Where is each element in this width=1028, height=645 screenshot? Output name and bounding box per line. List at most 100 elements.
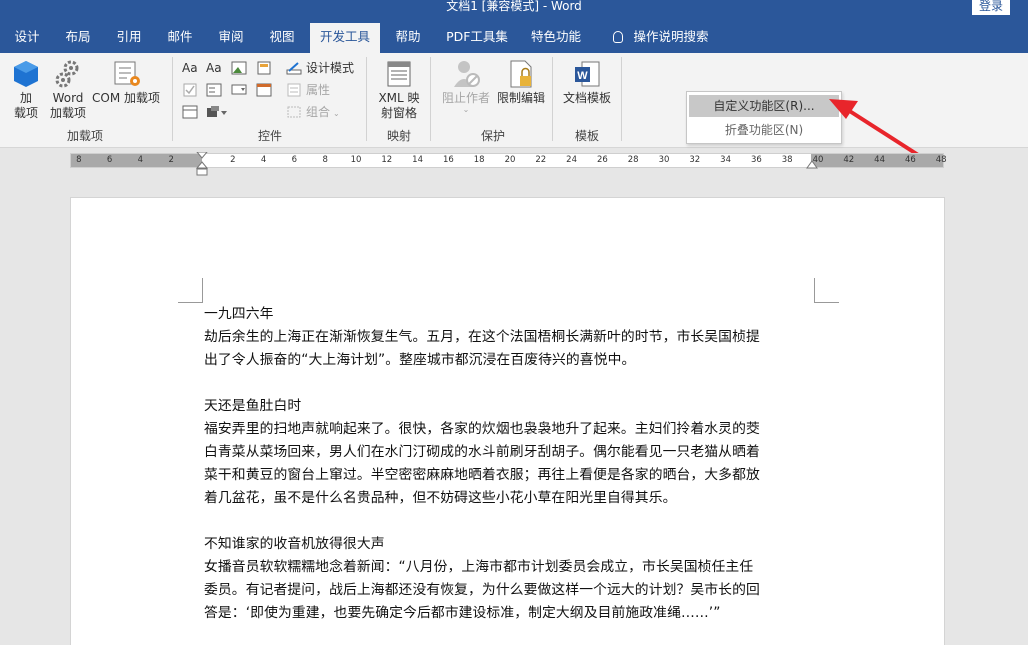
ruler-tick-label: 10 <box>350 155 362 165</box>
repeating-section-control[interactable] <box>206 102 227 122</box>
tab-references[interactable]: 引用 <box>107 23 151 53</box>
block-authors-label: 阻止作者 <box>441 91 490 105</box>
checkbox-icon <box>182 83 198 97</box>
dropdown-list-icon <box>231 83 247 97</box>
templates-group-label: 模板 <box>574 129 599 143</box>
cube-icon <box>12 59 40 89</box>
doc-paragraph: 不知谁家的收音机放得很大声 <box>204 536 385 552</box>
design-mode-label: 设计模式 <box>306 61 355 75</box>
ribbon-context-menu: 自定义功能区(R)... 折叠功能区(N) <box>686 91 842 144</box>
date-picker-control[interactable] <box>256 80 276 100</box>
ruler-tick-label: 46 <box>904 155 916 165</box>
group-label: 组合 <box>306 105 331 119</box>
tell-me-label: 操作说明搜索 <box>633 29 709 44</box>
chevron-down-icon: ⌄ <box>333 109 340 118</box>
svg-text:W: W <box>577 70 588 82</box>
tab-review[interactable]: 审阅 <box>209 23 253 53</box>
rich-text-control[interactable]: Aa <box>182 58 198 78</box>
design-ruler-icon <box>286 61 302 75</box>
doc-paragraph: 菜干和黄豆的窗台上窜过。半空密密麻麻地晒着衣服；再往上看便是各家的晒台，大多都放 <box>204 467 760 483</box>
doc-paragraph: 一九四六年 <box>204 306 274 322</box>
addins-label: 加 载项 <box>13 91 38 120</box>
title-bar: 文档1 [兼容模式] - Word 登录 <box>0 0 1028 18</box>
ruler-tick-label: 4 <box>260 155 267 165</box>
group-divider <box>621 57 622 141</box>
checkbox-control[interactable] <box>182 80 202 100</box>
addins-button[interactable]: 加 载项 <box>8 59 44 121</box>
building-block-icon <box>256 61 272 75</box>
word-addins-label: Word 加载项 <box>49 91 86 120</box>
group-divider <box>366 57 367 141</box>
xml-mapping-pane-button[interactable]: XML 映 射窗格 <box>374 59 424 121</box>
ruler-tick-label: 28 <box>627 155 639 165</box>
combo-box-control[interactable] <box>206 80 226 100</box>
ruler-tick-label: 20 <box>504 155 516 165</box>
com-addins-button[interactable]: COM 加载项 <box>90 59 162 106</box>
group-icon <box>286 105 302 119</box>
doc-paragraph: 白青菜从菜场回来，男人们在水门汀砌成的水斗前刷牙刮胡子。偶尔能看见一只老猫从晒着 <box>204 444 760 460</box>
calendar-icon <box>256 83 272 97</box>
login-button[interactable]: 登录 <box>972 0 1010 15</box>
tab-tell-me[interactable]: 操作说明搜索 <box>606 23 716 53</box>
xml-mapping-label: XML 映 射窗格 <box>378 91 420 120</box>
chevron-down-icon: ⌄ <box>462 105 470 114</box>
document-page[interactable]: 一九四六年 劫后余生的上海正在渐渐恢复生气。五月，在这个法国梧桐长满新叶的时节，… <box>70 197 945 645</box>
design-mode-button[interactable]: 设计模式 <box>286 58 354 78</box>
legacy-tools-control[interactable] <box>182 102 202 122</box>
collapse-ribbon-menu-item[interactable]: 折叠功能区(N) <box>689 119 839 141</box>
building-block-control[interactable] <box>256 58 276 78</box>
tab-layout[interactable]: 布局 <box>56 23 100 53</box>
ruler-tick-label: 34 <box>720 155 731 165</box>
group-button[interactable]: 组合 ⌄ <box>286 102 340 122</box>
margin-corner-mark <box>814 278 839 303</box>
document-template-button[interactable]: W 文档模板 <box>558 59 616 106</box>
com-addins-label: COM 加载项 <box>92 91 160 105</box>
properties-button[interactable]: 属性 <box>286 80 330 100</box>
indent-marker-icon[interactable] <box>195 152 209 178</box>
tab-pdf-tools[interactable]: PDF工具集 <box>440 23 514 53</box>
document-body[interactable]: 一九四六年 劫后余生的上海正在渐渐恢复生气。五月，在这个法国梧桐长满新叶的时节，… <box>204 303 824 625</box>
ruler-tick-label: 30 <box>658 155 670 165</box>
tab-mailings[interactable]: 邮件 <box>158 23 202 53</box>
ruler-tick-label: 42 <box>843 155 855 165</box>
ruler-tick-label: 22 <box>535 155 547 165</box>
ruler-tick-label: 4 <box>137 155 144 165</box>
word-addins-button[interactable]: Word 加载项 <box>48 59 88 121</box>
ruler-tick-label: 16 <box>442 155 454 165</box>
ruler-tick-label: 26 <box>596 155 608 165</box>
horizontal-ruler[interactable]: 8 6 4 2 2 4 6 8 10 12 14 16 18 20 22 24 26 28 30 32 34 36 38 40… <box>70 152 947 176</box>
tab-special-features[interactable]: 特色功能 <box>524 23 588 53</box>
ruler-tick-label: 6 <box>106 155 113 165</box>
ruler-tick-label: 48 <box>935 155 947 165</box>
customize-ribbon-menu-item[interactable]: 自定义功能区(R)... <box>689 95 839 117</box>
doc-empty-line <box>204 372 824 395</box>
ruler-tick-label: 38 <box>781 155 793 165</box>
ruler-tick-label: 24 <box>566 155 577 165</box>
ruler-tick-label: 44 <box>874 155 885 165</box>
picture-control[interactable] <box>231 58 251 78</box>
tab-design[interactable]: 设计 <box>5 23 49 53</box>
block-authors-button[interactable]: 阻止作者 ⌄ <box>438 59 494 114</box>
restrict-editing-button[interactable]: 限制编辑 <box>494 59 548 106</box>
tab-view[interactable]: 视图 <box>260 23 304 53</box>
doc-paragraph: 答是：‘即使为重建，也要先确定今后都市建设标准，制定大纲及目前施政准绳……’” <box>204 605 721 621</box>
margin-corner-mark <box>178 278 203 303</box>
window-title: 文档1 [兼容模式] - Word <box>446 0 582 13</box>
plain-text-control[interactable]: Aa <box>206 58 222 78</box>
ribbon-panel: 加 载项 Word 加载项 COM 加载项 加载项 Aa Aa 设计模式 属性 … <box>0 53 1028 148</box>
doc-paragraph: 女播音员软软糯糯地念着新闻：“八月份，上海市都市计划委员会成立，市长吴国桢任主任 <box>204 559 754 575</box>
repeating-section-icon <box>206 105 227 119</box>
ruler-tick-label: 2 <box>230 155 236 165</box>
ruler-tick-label: 18 <box>473 155 485 165</box>
ruler-tick-label: 32 <box>689 155 701 165</box>
legacy-tools-icon <box>182 105 198 119</box>
gears-icon <box>54 59 82 89</box>
tab-developer[interactable]: 开发工具 <box>310 23 380 53</box>
doc-paragraph: 天还是鱼肚白时 <box>204 398 302 414</box>
right-indent-marker-icon[interactable] <box>805 159 819 171</box>
dropdown-list-control[interactable] <box>231 80 251 100</box>
mapping-group-label: 映射 <box>386 129 411 143</box>
com-addins-icon <box>112 59 140 89</box>
ruler-tick-label: 12 <box>381 155 393 165</box>
tab-help[interactable]: 帮助 <box>386 23 430 53</box>
